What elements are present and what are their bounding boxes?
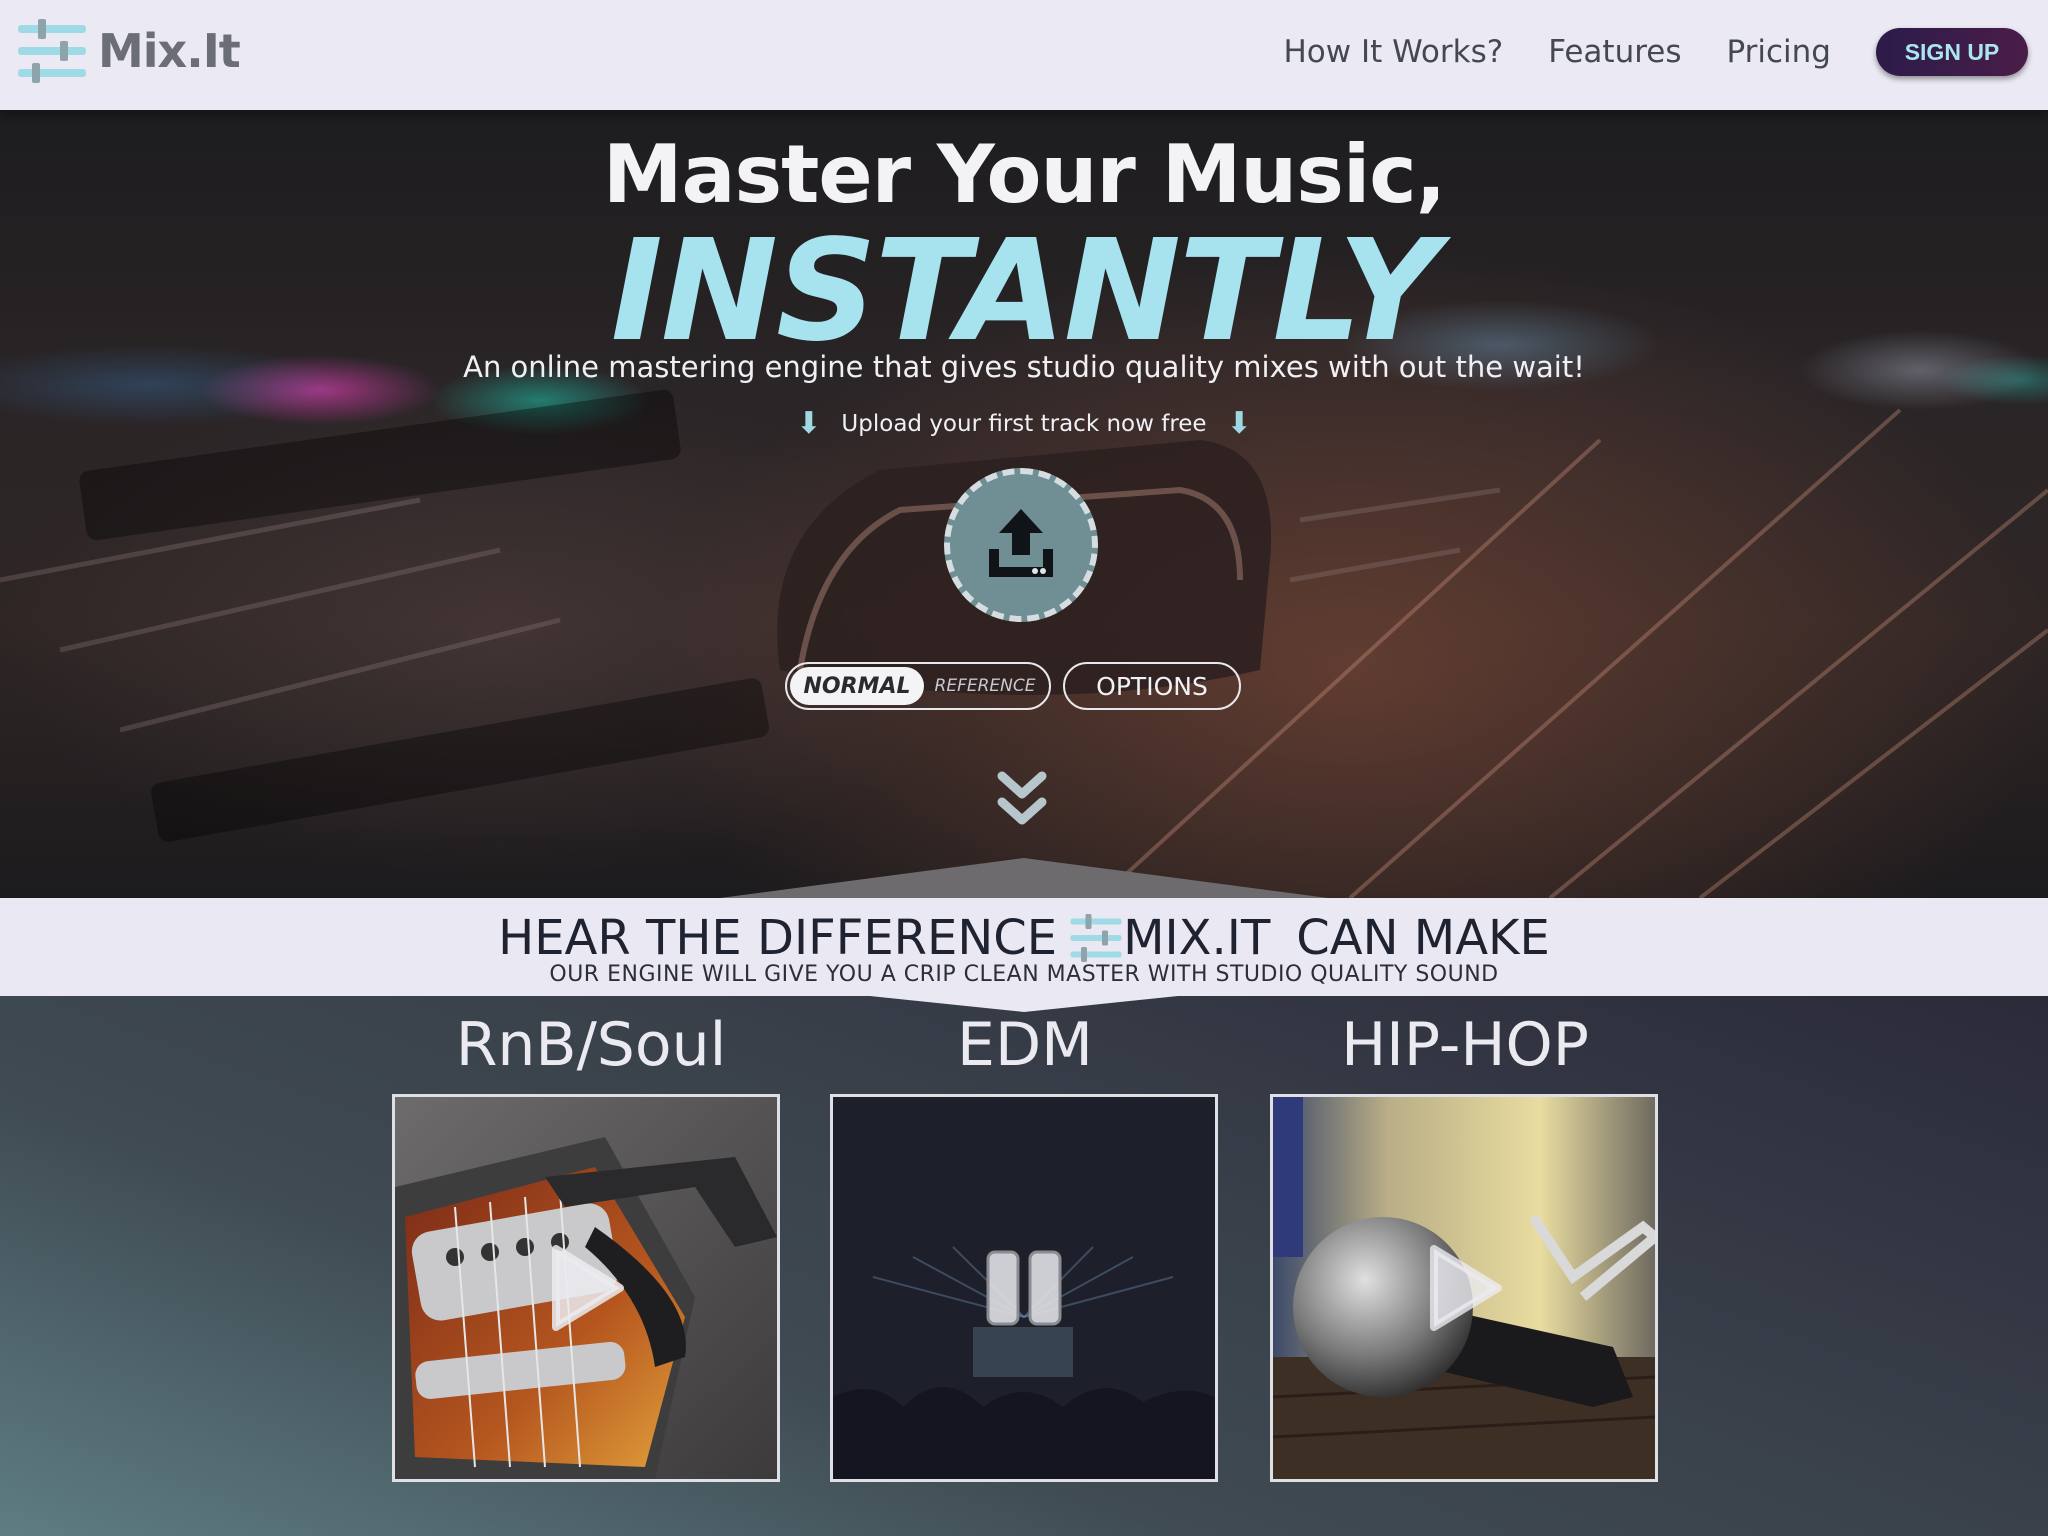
pause-icon[interactable] xyxy=(984,1248,1064,1328)
upload-track-button[interactable] xyxy=(944,468,1098,622)
arrow-down-icon: ⬇ xyxy=(1226,406,1252,441)
nav-links: How It Works? Features Pricing SIGN UP xyxy=(1283,0,2048,104)
hero-title: Master Your Music, xyxy=(602,128,1446,221)
play-icon[interactable] xyxy=(1424,1243,1504,1333)
nav-link-features[interactable]: Features xyxy=(1548,34,1681,70)
sliders-icon xyxy=(18,19,86,83)
brand-name: Mix.It xyxy=(98,24,241,78)
mode-toggle[interactable]: NORMAL REFERENCE xyxy=(785,662,1051,710)
mode-option-normal[interactable]: NORMAL xyxy=(790,667,924,705)
genre-label-edm: EDM xyxy=(957,1010,1093,1080)
upload-icon xyxy=(989,509,1053,577)
genre-tile-edm[interactable] xyxy=(830,1094,1218,1482)
section-subtitle: OUR ENGINE WILL GIVE YOU A CRIP CLEAN MA… xyxy=(549,962,1499,987)
hero-emphasis: INSTANTLY xyxy=(610,210,1440,373)
mode-option-reference[interactable]: REFERENCE xyxy=(924,676,1046,696)
play-icon[interactable] xyxy=(546,1243,626,1333)
difference-section-header: HEAR THE DIFFERENCE MIX.IT CAN MAKE OUR … xyxy=(0,898,2048,996)
hero-subtitle: An online mastering engine that gives st… xyxy=(463,350,1585,384)
section-title-after: CAN MAKE xyxy=(1296,910,1550,966)
brand-logo[interactable]: Mix.It xyxy=(16,16,241,86)
genre-label-rnb-soul: RnB/Soul xyxy=(455,1010,727,1080)
arrow-down-icon: ⬇ xyxy=(796,406,822,441)
genre-tile-hip-hop[interactable] xyxy=(1270,1094,1658,1482)
upload-hint: ⬇ Upload your first track now free ⬇ xyxy=(0,406,2048,441)
genre-label-hip-hop: HIP-HOP xyxy=(1341,1010,1589,1080)
hero-section: Master Your Music, INSTANTLY An online m… xyxy=(0,110,2048,898)
top-navbar: Mix.It How It Works? Features Pricing SI… xyxy=(0,0,2048,110)
signup-button[interactable]: SIGN UP xyxy=(1876,28,2028,76)
upload-hint-text: Upload your first track now free xyxy=(841,410,1207,437)
sliders-icon xyxy=(1070,914,1122,962)
nav-link-how-it-works[interactable]: How It Works? xyxy=(1283,34,1503,70)
section-title-before: HEAR THE DIFFERENCE xyxy=(498,910,1058,966)
hero-bottom-notch xyxy=(720,858,1328,898)
nav-link-pricing[interactable]: Pricing xyxy=(1727,34,1832,70)
section-title-brand: MIX.IT xyxy=(1123,910,1271,966)
double-chevron-down-icon[interactable] xyxy=(996,770,1048,834)
genre-tile-rnb-soul[interactable] xyxy=(392,1094,780,1482)
genre-gallery: RnB/Soul EDM HIP-HOP xyxy=(0,996,2048,1536)
section-title: HEAR THE DIFFERENCE MIX.IT CAN MAKE xyxy=(0,910,2048,966)
options-button[interactable]: OPTIONS xyxy=(1063,662,1241,710)
